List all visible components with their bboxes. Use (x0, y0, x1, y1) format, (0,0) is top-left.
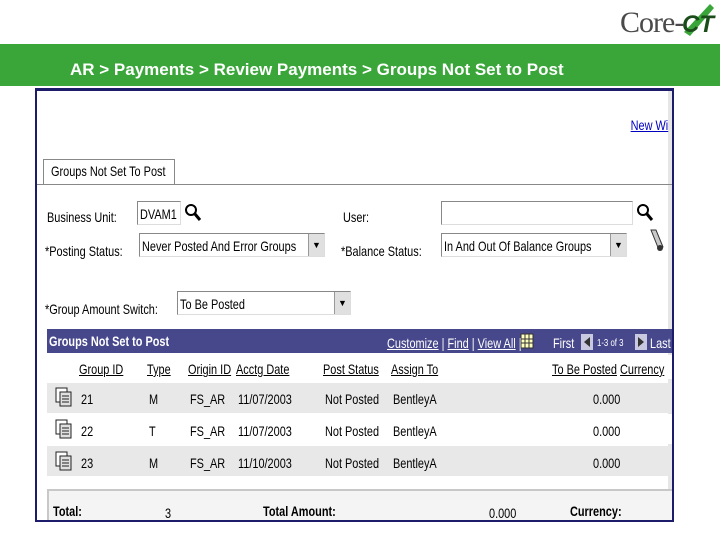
user-label: User: (343, 209, 370, 225)
col-acctg-date[interactable]: Acctg Date (236, 361, 289, 377)
cell-amount: 0.000 (593, 423, 621, 439)
cell-date: 11/10/2003 (238, 455, 292, 471)
col-currency[interactable]: Currency (620, 361, 664, 377)
last-link[interactable]: Last (650, 335, 671, 351)
cell-assign: BentleyA (393, 455, 437, 471)
cell-type: T (149, 423, 156, 439)
group-detail-icon[interactable] (55, 451, 73, 471)
cell-origin: FS_AR (190, 455, 226, 471)
pencil-edit-icon[interactable] (647, 227, 667, 253)
col-group-id[interactable]: Group ID (79, 361, 123, 377)
find-link[interactable]: Find (447, 335, 468, 351)
col-post-status[interactable]: Post Status (323, 361, 379, 377)
next-arrow-icon[interactable] (635, 334, 647, 350)
total-value: 3 (165, 505, 172, 521)
cell-status: Not Posted (325, 423, 380, 439)
dropdown-arrow-icon: ▼ (610, 234, 626, 256)
posting-status-select[interactable]: Never Posted And Error Groups ▼ (139, 233, 325, 257)
cell-type: M (149, 391, 159, 407)
first-link[interactable]: First (553, 335, 574, 351)
peoplesoft-window: New Wi Groups Not Set To Post Business U… (35, 88, 674, 522)
cell-origin: FS_AR (190, 391, 226, 407)
cell-date: 11/07/2003 (238, 391, 292, 407)
previous-arrow-icon[interactable] (581, 334, 593, 350)
total-amount-value: 0.000 (489, 505, 517, 521)
business-unit-value: DVAM1 (140, 206, 177, 222)
customize-link[interactable]: Customize (387, 335, 439, 351)
grid-title: Groups Not Set to Post (49, 333, 170, 349)
cell-status: Not Posted (325, 391, 380, 407)
cell-group-id[interactable]: 23 (81, 455, 93, 471)
cell-amount: 0.000 (593, 391, 621, 407)
logo-ct-text: CT (682, 11, 716, 38)
magnifier-lookup-icon[interactable] (635, 202, 655, 224)
balance-status-select[interactable]: In And Out Of Balance Groups ▼ (441, 233, 627, 257)
cell-status: Not Posted (325, 455, 380, 471)
cell-date: 11/07/2003 (238, 423, 292, 439)
posting-status-value: Never Posted And Error Groups (142, 238, 297, 254)
new-window-link[interactable]: New Wi (630, 117, 668, 133)
view-all-link[interactable]: View All (478, 335, 516, 351)
balance-status-label: *Balance Status: (341, 243, 422, 259)
business-unit-label: Business Unit: (47, 209, 117, 225)
col-origin-id[interactable]: Origin ID (188, 361, 231, 377)
currency-label: Currency: (570, 503, 622, 519)
cell-amount: 0.000 (593, 455, 621, 471)
tab-divider (37, 184, 672, 185)
cell-origin: FS_AR (190, 423, 226, 439)
cell-group-id[interactable]: 22 (81, 423, 93, 439)
dropdown-arrow-icon: ▼ (308, 234, 324, 256)
group-detail-icon[interactable] (55, 419, 73, 439)
group-amount-switch-label: *Group Amount Switch: (45, 301, 158, 317)
user-input[interactable] (441, 201, 633, 225)
core-ct-logo: Core- CT (620, 2, 716, 42)
download-spreadsheet-icon[interactable] (520, 332, 534, 350)
magnifier-lookup-icon[interactable] (183, 202, 203, 224)
logo-ct-badge: CT (682, 4, 716, 38)
col-to-be-posted[interactable]: To Be Posted (552, 361, 617, 377)
dropdown-arrow-icon: ▼ (334, 292, 350, 314)
grid-nav: Customize | Find | View All | (387, 335, 522, 351)
breadcrumb: AR > Payments > Review Payments > Groups… (70, 60, 564, 79)
logo-core-text: Core- (620, 6, 684, 39)
posting-status-label: *Posting Status: (45, 243, 123, 259)
cell-assign: BentleyA (393, 423, 437, 439)
col-type[interactable]: Type (147, 361, 171, 377)
balance-status-value: In And Out Of Balance Groups (444, 238, 592, 254)
total-amount-label: Total Amount: (263, 503, 336, 519)
business-unit-input[interactable]: DVAM1 (137, 201, 181, 225)
cell-group-id[interactable]: 21 (81, 391, 93, 407)
group-amount-switch-select[interactable]: To Be Posted ▼ (177, 291, 351, 315)
cell-type: M (149, 455, 159, 471)
group-detail-icon[interactable] (55, 387, 73, 407)
group-amount-switch-value: To Be Posted (180, 296, 245, 312)
total-label: Total: (53, 503, 82, 519)
cell-assign: BentleyA (393, 391, 437, 407)
tab-label: Groups Not Set To Post (51, 163, 166, 179)
grid-range: 1-3 of 3 (597, 338, 624, 349)
col-assign-to[interactable]: Assign To (391, 361, 438, 377)
